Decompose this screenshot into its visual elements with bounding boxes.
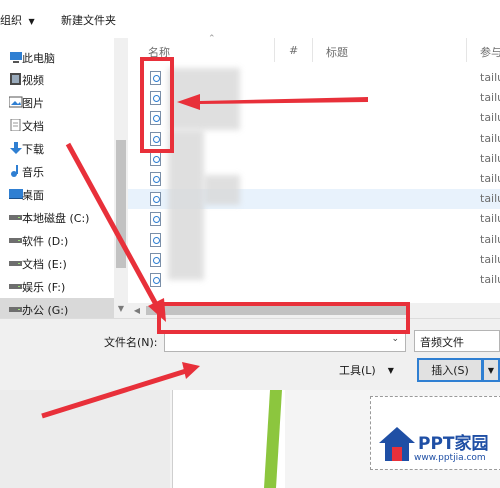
annotation-arrow	[177, 94, 368, 110]
annotation-arrow	[65, 142, 161, 310]
annotation-arrows	[41, 94, 368, 419]
annotation-arrow-head	[182, 362, 200, 379]
annotation-arrow	[41, 368, 187, 419]
annotation-arrow-head	[148, 298, 166, 322]
